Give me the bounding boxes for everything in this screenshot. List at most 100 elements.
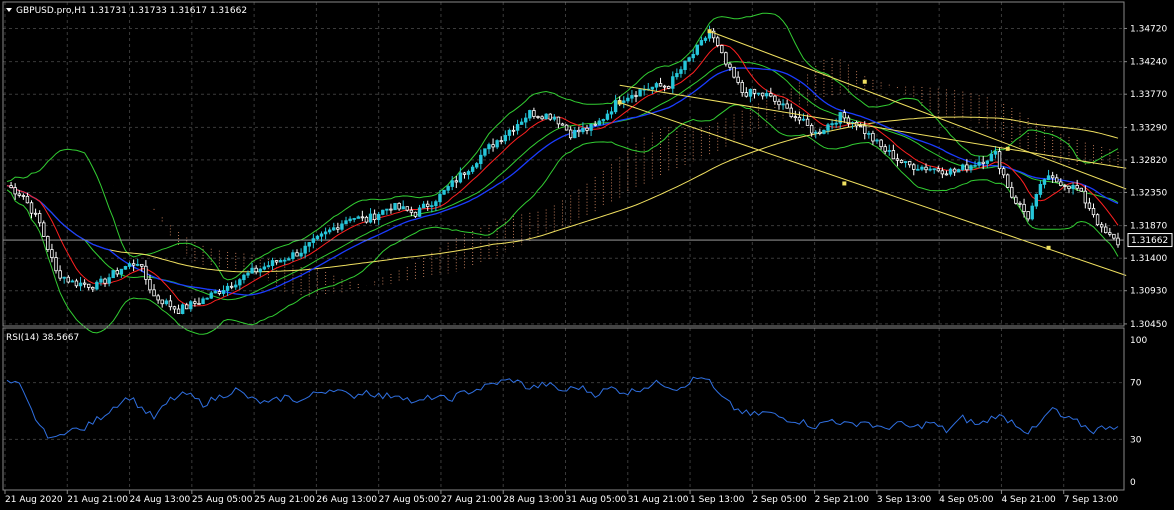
candle-body[interactable] — [863, 125, 867, 134]
candle-body[interactable] — [21, 195, 26, 197]
candle-body[interactable] — [540, 116, 544, 120]
candle-body[interactable] — [973, 164, 977, 167]
candle-body[interactable] — [156, 295, 160, 301]
candle-body[interactable] — [66, 276, 70, 283]
candle-body[interactable] — [180, 304, 185, 314]
candle-body[interactable] — [389, 208, 393, 211]
candle-body[interactable] — [581, 127, 585, 133]
candle-body[interactable] — [62, 276, 66, 279]
candle-body[interactable] — [299, 252, 303, 257]
candle-body[interactable] — [278, 260, 283, 263]
candle-body[interactable] — [136, 263, 140, 266]
candle-body[interactable] — [666, 86, 671, 89]
candle-body[interactable] — [830, 123, 834, 126]
candle-body[interactable] — [940, 170, 945, 175]
candle-body[interactable] — [393, 202, 397, 211]
candle-body[interactable] — [524, 117, 528, 123]
candle-body[interactable] — [528, 110, 532, 119]
candle-body[interactable] — [695, 44, 699, 55]
candle-body[interactable] — [814, 131, 818, 134]
candle-body[interactable] — [25, 195, 30, 204]
candle-body[interactable] — [442, 189, 446, 195]
candle-body[interactable] — [470, 166, 475, 172]
candle-body[interactable] — [552, 116, 557, 120]
candle-body[interactable] — [82, 282, 87, 285]
candle-body[interactable] — [716, 37, 720, 46]
candle-body[interactable] — [54, 257, 58, 272]
candle-body[interactable] — [1075, 185, 1079, 189]
candle-body[interactable] — [254, 267, 258, 273]
candle-body[interactable] — [609, 111, 614, 115]
candle-body[interactable] — [287, 258, 291, 261]
candle-body[interactable] — [1059, 181, 1063, 186]
candle-body[interactable] — [1038, 184, 1043, 195]
candle-body[interactable] — [376, 213, 381, 221]
candle-body[interactable] — [417, 207, 422, 217]
candle-body[interactable] — [691, 54, 695, 59]
candle-body[interactable] — [1112, 233, 1116, 239]
candle-body[interactable] — [454, 180, 459, 183]
candle-body[interactable] — [920, 166, 924, 170]
candle-body[interactable] — [336, 227, 340, 230]
candle-body[interactable] — [364, 216, 369, 223]
candle-body[interactable] — [736, 76, 740, 83]
candle-body[interactable] — [785, 103, 789, 109]
candle-body[interactable] — [491, 144, 495, 148]
candle-body[interactable] — [42, 222, 46, 237]
candle-body[interactable] — [752, 88, 757, 94]
candle-body[interactable] — [115, 270, 119, 275]
candle-body[interactable] — [1010, 186, 1014, 198]
candle-body[interactable] — [1108, 232, 1112, 235]
candle-body[interactable] — [732, 66, 736, 78]
candle-body[interactable] — [589, 123, 593, 131]
candle-body[interactable] — [405, 206, 409, 211]
candle-body[interactable] — [564, 124, 569, 131]
candle-body[interactable] — [1116, 237, 1120, 246]
candle-body[interactable] — [556, 116, 561, 125]
candle-body[interactable] — [319, 233, 324, 237]
candle-body[interactable] — [1055, 177, 1059, 183]
candle-body[interactable] — [189, 301, 193, 310]
candle-body[interactable] — [650, 86, 655, 90]
candle-body[interactable] — [1034, 194, 1039, 207]
candle-body[interactable] — [37, 213, 42, 224]
candle-body[interactable] — [724, 52, 728, 65]
candle-body[interactable] — [891, 150, 896, 160]
candle-body[interactable] — [532, 110, 536, 117]
candle-body[interactable] — [993, 151, 998, 155]
candle-body[interactable] — [671, 76, 675, 89]
candle-body[interactable] — [266, 265, 271, 268]
candle-body[interactable] — [17, 193, 21, 196]
candle-body[interactable] — [450, 180, 454, 187]
candle-body[interactable] — [103, 278, 107, 284]
candle-body[interactable] — [536, 116, 540, 118]
candle-body[interactable] — [221, 290, 226, 294]
candle-body[interactable] — [981, 161, 985, 164]
candle-body[interactable] — [495, 140, 499, 148]
candle-body[interactable] — [78, 282, 83, 287]
candle-body[interactable] — [50, 249, 54, 258]
candle-body[interactable] — [348, 218, 352, 222]
candle-body[interactable] — [895, 158, 900, 161]
candle-body[interactable] — [123, 266, 128, 270]
candle-body[interactable] — [568, 129, 573, 139]
candle-body[interactable] — [381, 209, 385, 215]
candle-body[interactable] — [858, 125, 863, 128]
candle-body[interactable] — [765, 93, 769, 97]
candle-body[interactable] — [119, 268, 124, 275]
candle-body[interactable] — [903, 161, 908, 163]
candle-body[interactable] — [613, 100, 618, 113]
candle-body[interactable] — [654, 83, 659, 88]
candle-body[interactable] — [168, 300, 173, 308]
candle-body[interactable] — [201, 298, 205, 305]
candle-body[interactable] — [160, 299, 164, 305]
candle-body[interactable] — [777, 100, 781, 106]
candle-body[interactable] — [756, 92, 761, 95]
candle-body[interactable] — [912, 164, 916, 170]
candle-body[interactable] — [327, 229, 332, 233]
candle-body[interactable] — [977, 161, 981, 166]
candle-body[interactable] — [728, 63, 732, 68]
channel-anchor-point[interactable] — [1046, 245, 1051, 250]
candle-body[interactable] — [699, 40, 704, 46]
candle-body[interactable] — [703, 37, 708, 41]
